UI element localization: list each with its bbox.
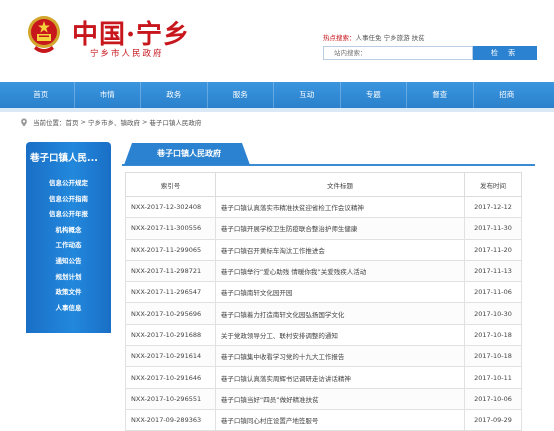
table-header-row: 索引号 文件标题 发布时间 <box>125 172 522 197</box>
cell-date: 2017-10-30 <box>464 302 522 325</box>
main-nav: 首页 市情 政务 服务 互动 专题 督查 招商 <box>0 82 554 108</box>
cell-index: NXX-2017-11-298721 <box>125 259 216 283</box>
sidebar-item-disclosure-guide[interactable]: 信息公开指南 <box>26 192 111 208</box>
table-row[interactable]: NXX-2017-10-295696 巷子口镇着力打造南轩文化园弘扬国学文化 2… <box>125 302 522 325</box>
breadcrumb-item-home[interactable]: 首页 <box>66 117 79 127</box>
site-title[interactable]: 中国·宁乡 <box>72 14 190 51</box>
hot-search-terms[interactable]: 人事任免 宁乡旅游 扶贫 <box>356 34 425 42</box>
nav-divider <box>0 108 554 112</box>
hot-search-label: 热点搜索： <box>323 34 356 42</box>
cell-index: NXX-2017-12-302408 <box>125 195 216 219</box>
cell-title-link[interactable]: 巷子口镇举行“爱心助残 情暖你我”关爱残疾人活动 <box>214 259 466 283</box>
sidebar-title: 巷子口镇人民... <box>30 153 98 164</box>
table-row[interactable]: NXX-2017-09-289363 巷子口镇同心村庄设置产地签服号 2017-… <box>125 408 522 431</box>
cell-date: 2017-10-11 <box>464 366 522 389</box>
table-row[interactable]: NXX-2017-10-291688 关于党政领导分工、联村安排调整的通知 20… <box>125 323 522 347</box>
site-subtitle: 宁乡市人民政府 <box>90 49 164 59</box>
cell-title-link[interactable]: 巷子口镇集中收看学习党的十九大工作报告 <box>214 345 466 368</box>
sidebar-menu: 信息公开规定 信息公开指南 信息公开年报 机构概念 工作动态 通知公告 规划计划… <box>26 176 111 316</box>
cell-date: 2017-09-29 <box>464 408 522 431</box>
sidebar-item-disclosure-rules[interactable]: 信息公开规定 <box>26 176 111 192</box>
cell-title-link[interactable]: 巷子口镇召开黄标车淘汰工作推进会 <box>214 238 466 261</box>
cell-index: NXX-2017-10-291646 <box>125 366 216 389</box>
tab-current-department[interactable]: 巷子口镇人民政府 <box>124 143 254 165</box>
cell-title-link[interactable]: 巷子口镇认真落实市精准扶贫迎省检工作会议精神 <box>214 195 466 219</box>
location-pin-icon <box>21 117 27 127</box>
document-table: 索引号 文件标题 发布时间 NXX-2017-12-302408 巷子口镇认真落… <box>125 172 522 431</box>
breadcrumb-item-townships[interactable]: 宁乡市乡、镇政府 <box>88 117 140 127</box>
cell-date: 2017-10-18 <box>464 323 522 347</box>
table-row[interactable]: NXX-2017-11-298721 巷子口镇举行“爱心助残 情暖你我”关爱残疾… <box>125 259 522 283</box>
breadcrumb: 当前位置： 首页 > 宁乡市乡、镇政府 > 巷子口镇人民政府 <box>20 115 535 129</box>
sidebar-item-personnel[interactable]: 人事信息 <box>26 301 111 317</box>
table-row[interactable]: NXX-2017-10-296551 巷子口镇当好“四员”做好精准扶贫 2017… <box>125 387 522 410</box>
nav-item-city-info[interactable]: 市情 <box>75 82 141 108</box>
cell-title-link[interactable]: 巷子口镇同心村庄设置产地签服号 <box>214 408 466 431</box>
nav-item-interaction[interactable]: 互动 <box>274 82 341 108</box>
main-content: 巷子口镇人民政府 索引号 文件标题 发布时间 NXX-2017-12-30240… <box>122 142 535 431</box>
nav-item-services[interactable]: 服务 <box>208 82 274 108</box>
sidebar-item-notices[interactable]: 通知公告 <box>26 254 111 270</box>
cell-index: NXX-2017-09-289363 <box>125 408 216 431</box>
cell-index: NXX-2017-10-296551 <box>125 387 216 410</box>
cell-index: NXX-2017-10-291688 <box>125 323 216 347</box>
site-header: 中国·宁乡 宁乡市人民政府 热点搜索：人事任免 宁乡旅游 扶贫 检 索 <box>0 0 554 82</box>
cell-title-link[interactable]: 巷子口镇认真落实周辉书记调研走访讲话精神 <box>214 366 466 389</box>
breadcrumb-prefix: 当前位置： <box>33 119 66 127</box>
cell-date: 2017-10-06 <box>464 387 522 410</box>
column-header-date: 发布时间 <box>464 172 522 197</box>
cell-index: NXX-2017-11-296547 <box>125 281 216 304</box>
cell-title-link[interactable]: 巷子口镇着力打造南轩文化园弘扬国学文化 <box>214 302 466 325</box>
search-box <box>323 46 473 60</box>
national-emblem-icon[interactable] <box>26 13 62 57</box>
sidebar: 巷子口镇人民... 信息公开规定 信息公开指南 信息公开年报 机构概念 工作动态… <box>26 142 111 333</box>
cell-date: 2017-11-30 <box>464 217 522 240</box>
sidebar-item-plans[interactable]: 规划计划 <box>26 270 111 286</box>
column-header-index: 索引号 <box>125 172 216 197</box>
sidebar-item-policy-documents[interactable]: 政策文件 <box>26 285 111 301</box>
cell-index: NXX-2017-11-300556 <box>125 217 216 240</box>
table-row[interactable]: NXX-2017-10-291646 巷子口镇认真落实周辉书记调研走访讲话精神 … <box>125 366 522 389</box>
cell-date: 2017-12-12 <box>464 195 522 219</box>
nav-item-home[interactable]: 首页 <box>8 82 75 108</box>
table-row[interactable]: NXX-2017-10-291614 巷子口镇集中收看学习党的十九大工作报告 2… <box>125 345 522 368</box>
table-row[interactable]: NXX-2017-11-300556 巷子口镇开展学校卫生防疫联合整治护师生健康… <box>125 217 522 240</box>
sidebar-item-annual-report[interactable]: 信息公开年报 <box>26 207 111 223</box>
cell-date: 2017-11-06 <box>464 281 522 304</box>
table-row[interactable]: NXX-2017-11-296547 巷子口镇南轩文化园开园 2017-11-0… <box>125 281 522 304</box>
cell-index: NXX-2017-10-295696 <box>125 302 216 325</box>
table-row[interactable]: NXX-2017-11-299065 巷子口镇召开黄标车淘汰工作推进会 2017… <box>125 238 522 261</box>
tab-label: 巷子口镇人民政府 <box>157 149 221 158</box>
cell-date: 2017-11-20 <box>464 238 522 261</box>
cell-date: 2017-10-18 <box>464 345 522 368</box>
cell-title-link[interactable]: 关于党政领导分工、联村安排调整的通知 <box>214 323 466 347</box>
nav-item-supervision[interactable]: 督查 <box>407 82 474 108</box>
search-input[interactable] <box>324 47 472 59</box>
nav-item-topics[interactable]: 专题 <box>341 82 407 108</box>
sidebar-item-institutions[interactable]: 机构概念 <box>26 223 111 239</box>
cell-date: 2017-11-13 <box>464 259 522 283</box>
nav-item-government-affairs[interactable]: 政务 <box>141 82 208 108</box>
nav-item-investment[interactable]: 招商 <box>474 82 541 108</box>
cell-title-link[interactable]: 巷子口镇南轩文化园开园 <box>214 281 466 304</box>
cell-index: NXX-2017-10-291614 <box>125 345 216 368</box>
search-button[interactable]: 检 索 <box>473 46 537 60</box>
sidebar-item-work-news[interactable]: 工作动态 <box>26 238 111 254</box>
cell-title-link[interactable]: 巷子口镇当好“四员”做好精准扶贫 <box>214 387 466 410</box>
table-row[interactable]: NXX-2017-12-302408 巷子口镇认真落实市精准扶贫迎省检工作会议精… <box>125 195 522 219</box>
hot-search: 热点搜索：人事任免 宁乡旅游 扶贫 <box>323 32 425 42</box>
breadcrumb-item-current[interactable]: 巷子口镇人民政府 <box>149 117 201 127</box>
cell-title-link[interactable]: 巷子口镇开展学校卫生防疫联合整治护师生健康 <box>214 217 466 240</box>
cell-index: NXX-2017-11-299065 <box>125 238 216 261</box>
column-header-title: 文件标题 <box>214 172 466 197</box>
